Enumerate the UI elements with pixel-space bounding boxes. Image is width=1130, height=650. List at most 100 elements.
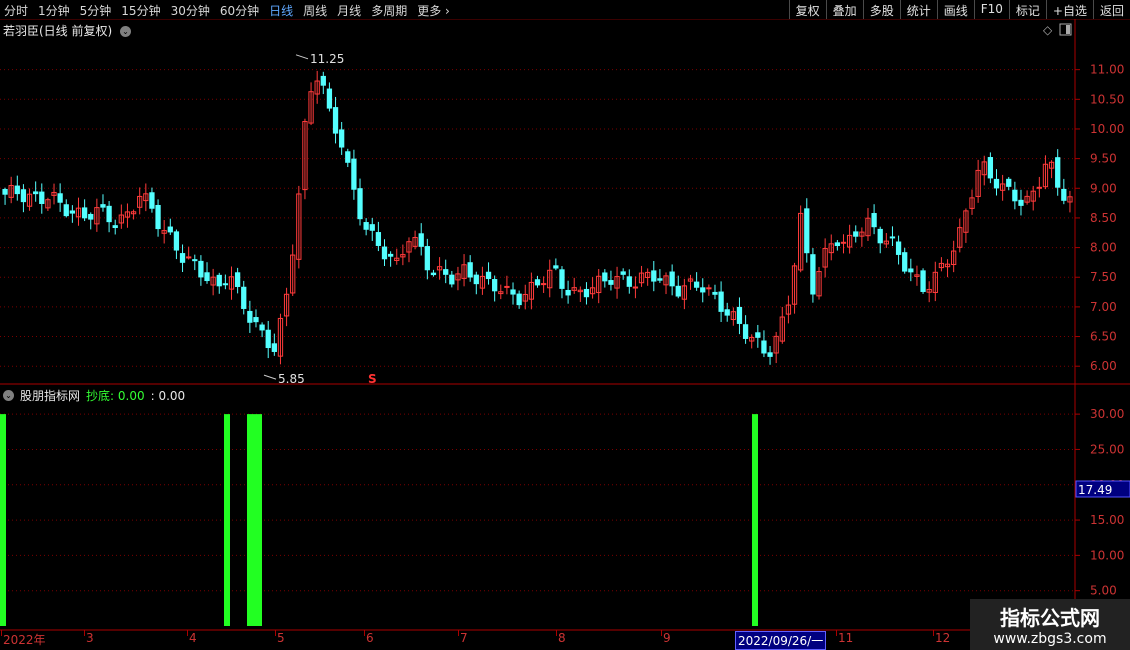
low-label: 5.85 <box>278 372 305 386</box>
watermark-url: www.zbgs3.com <box>993 631 1107 647</box>
price-tick-label-10: 6.00 <box>1090 359 1117 373</box>
date-label-9: 12 <box>935 631 951 645</box>
candle-body <box>179 253 186 263</box>
indicator-tick-label-4: 10.00 <box>1090 548 1124 562</box>
date-label-8: 11 <box>838 631 854 645</box>
price-tick-label-9: 6.50 <box>1090 330 1117 344</box>
candle-body <box>669 271 675 287</box>
candle-body <box>473 274 479 285</box>
candle-body <box>69 210 76 214</box>
candle-body <box>767 352 773 357</box>
indicator-tick-label-0: 30.00 <box>1090 407 1124 421</box>
candle-body <box>339 129 345 148</box>
indicator-tick-label-1: 25.00 <box>1090 442 1124 456</box>
price-tick-label-1: 10.50 <box>1090 92 1124 106</box>
candle-body <box>149 192 155 209</box>
candle-body <box>198 260 204 278</box>
candle-body <box>553 265 559 269</box>
price-tick-label-5: 8.50 <box>1090 211 1117 225</box>
price-tick-label-7: 7.50 <box>1090 270 1117 284</box>
candle-body <box>345 151 351 163</box>
candle-body <box>81 207 88 219</box>
candle-body <box>234 272 241 287</box>
candle-body <box>375 232 382 246</box>
date-tick <box>556 630 557 636</box>
candle-body <box>889 236 896 239</box>
candle-body <box>381 246 388 260</box>
candle-body <box>559 269 565 289</box>
chart-canvas[interactable]: 11.00 10.50 10.00 9.50 9.00 8.50 8.00 7.50 7.00 6… <box>0 0 1130 650</box>
candle-body <box>534 279 541 286</box>
candle-body <box>987 157 994 179</box>
candle-body <box>192 259 198 262</box>
diamond-icon[interactable]: ◇ <box>1043 23 1053 37</box>
watermark-logo: 指标公式网 www.zbgs3.com <box>970 599 1130 650</box>
candle-body <box>853 231 859 237</box>
candle-body <box>88 213 94 220</box>
candle-body <box>755 332 761 338</box>
candle-body <box>871 213 877 228</box>
indicator-tick-label-3: 15.00 <box>1090 513 1124 527</box>
panel-toggle-icon-fill <box>1066 25 1070 34</box>
candle-body <box>516 293 522 306</box>
cursor-value-label: 17.49 <box>1078 483 1112 497</box>
candle-body <box>1061 188 1067 201</box>
candle-body <box>895 241 902 255</box>
candle-body <box>718 291 724 312</box>
candle-body <box>253 317 259 323</box>
candle-body <box>241 286 247 309</box>
candle-body <box>430 272 437 276</box>
candle-body <box>320 75 326 86</box>
candle-body <box>1036 186 1042 189</box>
price-tick-label-4: 9.00 <box>1090 181 1117 195</box>
candle-body <box>33 191 39 195</box>
candle-body <box>510 289 516 295</box>
candle-body <box>804 208 810 254</box>
candle-body <box>387 253 394 257</box>
date-tick <box>933 630 934 636</box>
candle-body <box>39 191 45 204</box>
date-axis: 2022年 3 4 5 6 7 8 9 11 12 <box>0 630 1075 650</box>
price-tick-label-0: 11.00 <box>1090 63 1124 77</box>
candle-body <box>724 309 730 316</box>
date-label-6: 8 <box>558 631 566 645</box>
candle-body <box>1055 157 1061 188</box>
date-tick <box>364 630 365 636</box>
candle-body <box>418 233 424 247</box>
candle-body <box>712 291 718 295</box>
candle-body <box>369 224 375 231</box>
date-label-1: 3 <box>86 631 94 645</box>
low-marker-line <box>263 374 277 380</box>
date-tick <box>187 630 188 636</box>
date-tick <box>458 630 459 636</box>
candle-body <box>173 231 180 251</box>
candle-body <box>540 283 547 286</box>
candle-body <box>100 204 106 208</box>
candle-body <box>920 270 926 292</box>
candle-body <box>2 188 8 195</box>
candle-body <box>626 276 632 287</box>
date-label-7: 9 <box>663 631 671 645</box>
candle-body <box>247 310 253 323</box>
candle-body <box>632 286 639 289</box>
candle-body <box>20 189 27 203</box>
candle-body <box>443 269 449 275</box>
candle-body <box>449 274 455 285</box>
candle-body <box>602 272 608 282</box>
price-tick-label-8: 7.00 <box>1090 300 1117 314</box>
candle-body <box>112 225 118 229</box>
date-label-3: 5 <box>277 631 285 645</box>
candle-body <box>834 242 841 247</box>
candle-body <box>736 306 743 324</box>
candle-body <box>216 274 222 287</box>
candle-body <box>222 283 229 286</box>
candle-body <box>706 287 712 290</box>
candle-body <box>700 287 706 293</box>
candle-body <box>657 278 663 281</box>
candle-body <box>485 271 492 280</box>
candle-body <box>265 329 271 349</box>
candle-body <box>504 285 510 288</box>
candle-body <box>651 270 657 282</box>
candle-body <box>993 178 1000 189</box>
signal-bar <box>752 414 758 626</box>
